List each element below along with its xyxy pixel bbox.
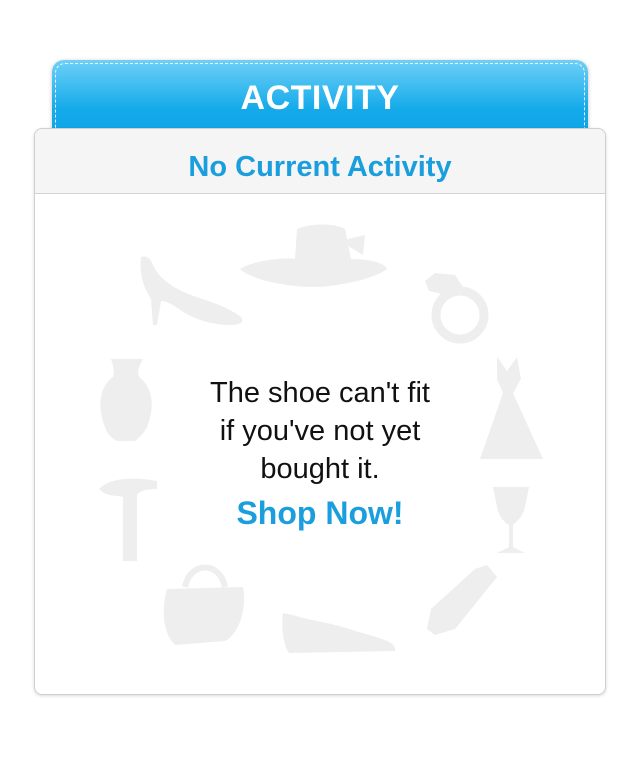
high-heel-icon xyxy=(140,256,243,325)
shop-now-link[interactable]: Shop Now! xyxy=(35,495,605,532)
tab-title: ACTIVITY xyxy=(240,79,400,117)
no-activity-heading: No Current Activity xyxy=(188,151,452,183)
tie-icon xyxy=(427,565,497,635)
empty-state-message: The shoe can't fit if you've not yet bou… xyxy=(35,374,605,488)
message-line: if you've not yet xyxy=(219,415,421,447)
card-header: No Current Activity xyxy=(35,129,605,194)
message-line: The shoe can't fit xyxy=(210,377,430,409)
shoe-icon xyxy=(282,613,396,653)
message-line: bought it. xyxy=(260,453,380,485)
handbag-icon xyxy=(163,564,245,645)
ring-icon xyxy=(425,273,489,344)
activity-card: No Current Activity The shoe can't fit i… xyxy=(34,128,606,695)
hat-icon xyxy=(240,224,387,287)
